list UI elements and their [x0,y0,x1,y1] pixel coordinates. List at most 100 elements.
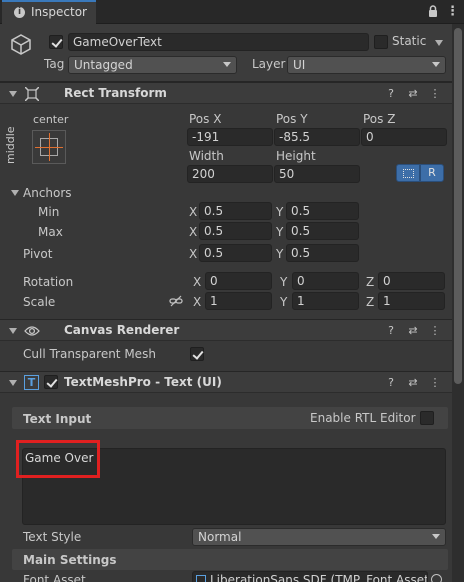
scale-z-field[interactable]: 1 [378,292,445,310]
anchor-v-label: middle [4,126,17,164]
main-settings-label: Main Settings [23,553,117,567]
preset-icon[interactable]: ⇄ [406,375,420,389]
anchors-fold-arrow[interactable] [11,190,19,196]
rotation-z-field[interactable]: 0 [378,272,445,290]
help-icon[interactable]: ? [384,323,398,337]
raw-edit-button[interactable]: R [420,164,444,182]
pos-y-label: Pos Y [276,112,308,126]
textmeshpro-header[interactable]: T TextMeshPro - Text (UI) ? ⇄ ⋮ [0,371,452,393]
pivot-label: Pivot [23,247,53,261]
link-icon[interactable] [169,295,183,310]
min-label: Min [38,205,60,219]
font-asset-label: Font Asset [23,573,86,582]
more-icon[interactable]: ⋮ [428,375,442,389]
active-toggle[interactable] [49,35,63,49]
more-icon[interactable]: ⋮ [428,86,442,100]
tag-value: Untagged [74,58,133,72]
rot-z-axis: Z [366,275,375,289]
highlight-box [16,440,100,478]
width-label: Width [189,149,224,163]
scale-x-field[interactable]: 1 [205,292,272,310]
tmp-title: TextMeshPro - Text (UI) [64,375,222,389]
pos-z-field[interactable]: 0 [361,128,447,146]
cull-label: Cull Transparent Mesh [23,347,156,361]
object-name-field[interactable]: GameOverText [68,33,369,51]
max-label: Max [38,225,63,239]
tmp-text-icon: T [24,375,39,390]
tag-label: Tag [44,57,65,71]
chevron-down-icon [432,534,440,539]
canvas-renderer-header[interactable]: Canvas Renderer ? ⇄ ⋮ [0,319,452,341]
layer-dropdown[interactable]: UI [287,56,446,74]
blueprint-mode-button[interactable] [396,164,420,182]
pos-y-field[interactable]: -85.5 [274,128,360,146]
object-picker-icon[interactable] [431,574,442,582]
anchor-preset-button[interactable] [32,130,66,164]
rotation-x-field[interactable]: 0 [205,272,272,290]
anchor-h-label: center [33,113,69,126]
preset-icon[interactable]: ⇄ [406,86,420,100]
min-y-axis: Y [276,205,284,219]
rot-y-axis: Y [280,275,288,289]
pivot-y-field[interactable]: 0.5 [286,244,359,262]
lock-icon[interactable] [428,5,438,17]
fold-arrow-icon [9,91,17,97]
pivot-y-axis: Y [276,247,284,261]
pos-x-label: Pos X [189,112,222,126]
pivot-x-axis: X [189,247,198,261]
text-style-value: Normal [198,530,242,544]
static-label: Static [392,34,427,48]
text-input-label: Text Input [23,412,92,426]
rotation-y-field[interactable]: 0 [292,272,359,290]
pos-z-label: Pos Z [363,112,396,126]
font-asset-value: LiberationSans SDF (TMP_Font Asset) [210,573,428,582]
max-x-field[interactable]: 0.5 [199,222,272,240]
chevron-down-icon [432,62,440,67]
scale-label: Scale [23,295,56,309]
tab-inspector[interactable]: i Inspector [2,0,96,24]
min-x-axis: X [189,205,198,219]
preset-icon[interactable]: ⇄ [406,323,420,337]
scrollbar-thumb[interactable] [454,28,462,384]
fold-arrow-icon [9,380,17,386]
tag-dropdown[interactable]: Untagged [68,56,237,74]
info-icon: i [14,7,25,18]
cull-toggle[interactable] [190,347,204,361]
max-y-field[interactable]: 0.5 [286,222,359,240]
width-field[interactable]: 200 [187,165,273,183]
scale-y-axis: Y [280,295,288,309]
more-icon[interactable]: ⋮ [446,4,459,19]
font-asset-field[interactable]: LiberationSans SDF (TMP_Font Asset) [192,571,428,582]
font-asset-icon [196,575,206,582]
fold-arrow-icon [9,328,17,334]
static-dropdown-arrow[interactable] [435,40,443,46]
help-icon[interactable]: ? [384,375,398,389]
rtl-toggle[interactable] [420,411,434,425]
pos-x-field[interactable]: -191 [187,128,273,146]
more-icon[interactable]: ⋮ [428,323,442,337]
anchor-v-line [49,133,50,161]
height-field[interactable]: 50 [274,165,360,183]
min-y-field[interactable]: 0.5 [286,202,359,220]
rtl-label: Enable RTL Editor [310,411,416,425]
text-style-label: Text Style [23,530,82,544]
scale-x-axis: X [193,295,202,309]
help-icon[interactable]: ? [384,86,398,100]
static-toggle[interactable] [374,35,388,49]
rotation-label: Rotation [23,275,74,289]
rect-transform-icon [24,86,40,104]
eye-icon [24,325,40,340]
scale-y-field[interactable]: 1 [292,292,359,310]
rot-x-axis: X [193,275,202,289]
canvas-renderer-title: Canvas Renderer [64,323,180,337]
anchors-label: Anchors [23,186,72,200]
rect-transform-header[interactable]: Rect Transform ? ⇄ ⋮ [0,82,452,104]
min-x-field[interactable]: 0.5 [199,202,272,220]
tab-title: Inspector [31,5,87,19]
rect-transform-title: Rect Transform [64,86,167,100]
tmp-enabled-toggle[interactable] [44,375,58,389]
pivot-x-field[interactable]: 0.5 [199,244,272,262]
max-x-axis: X [189,225,198,239]
scale-z-axis: Z [366,295,375,309]
text-style-dropdown[interactable]: Normal [192,528,446,546]
